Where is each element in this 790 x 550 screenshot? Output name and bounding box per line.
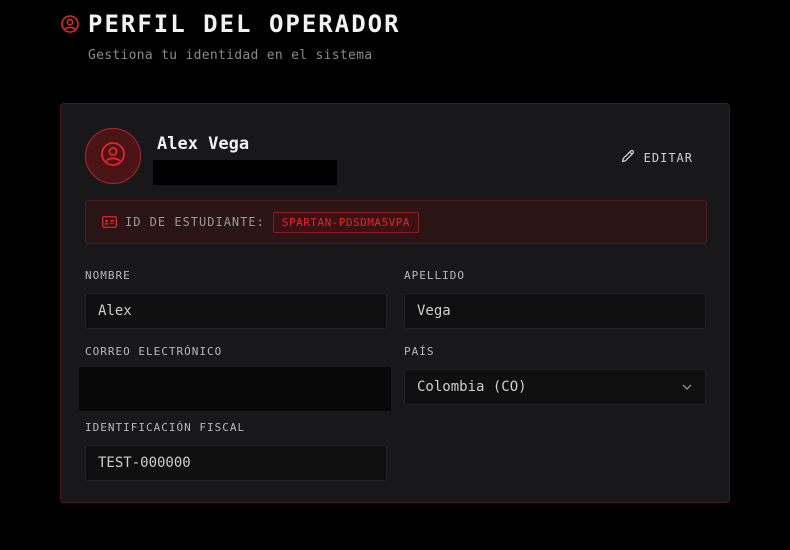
- email-field: CORREO ELECTRÓNICO: [79, 345, 391, 411]
- first-name-field: NOMBRE Alex: [85, 269, 387, 329]
- user-circle-icon: [100, 141, 126, 171]
- country-field: PAÍS Colombia (CO): [404, 345, 706, 405]
- pencil-icon: [620, 148, 636, 167]
- tax-id-label: IDENTIFICACIÓN FISCAL: [85, 421, 246, 434]
- profile-card: Alex Vega EDITAR ID DE ESTUDIANTE: SPART…: [60, 103, 730, 503]
- country-select[interactable]: Colombia (CO): [404, 369, 706, 405]
- student-id-label: ID DE ESTUDIANTE:: [125, 215, 265, 229]
- user-name: Alex Vega: [157, 134, 250, 154]
- title-row: PERFIL DEL OPERADOR: [60, 10, 401, 38]
- id-card-icon: [102, 213, 117, 232]
- student-id-banner: ID DE ESTUDIANTE: SPARTAN-PDSDMA5VPA: [85, 200, 707, 244]
- edit-label: EDITAR: [643, 150, 693, 165]
- page-header: PERFIL DEL OPERADOR Gestiona tu identida…: [60, 10, 401, 63]
- country-label: PAÍS: [404, 345, 435, 358]
- page-subtitle: Gestiona tu identidad en el sistema: [88, 48, 373, 63]
- first-name-input[interactable]: Alex: [85, 293, 387, 329]
- chevron-down-icon: [681, 379, 693, 395]
- email-label: CORREO ELECTRÓNICO: [85, 345, 223, 358]
- email-input[interactable]: [79, 367, 391, 411]
- tax-id-field: IDENTIFICACIÓN FISCAL TEST-000000: [85, 421, 387, 481]
- country-value: Colombia (CO): [417, 379, 527, 395]
- redacted-text: [153, 160, 337, 185]
- user-circle-icon: [60, 14, 80, 34]
- last-name-input[interactable]: Vega: [404, 293, 706, 329]
- last-name-label: APELLIDO: [404, 269, 465, 282]
- first-name-label: NOMBRE: [85, 269, 131, 282]
- last-name-field: APELLIDO Vega: [404, 269, 706, 329]
- edit-button[interactable]: EDITAR: [620, 148, 693, 167]
- student-id-badge: SPARTAN-PDSDMA5VPA: [272, 211, 420, 233]
- page-title: PERFIL DEL OPERADOR: [88, 10, 401, 38]
- avatar: [85, 128, 141, 184]
- tax-id-input[interactable]: TEST-000000: [85, 445, 387, 481]
